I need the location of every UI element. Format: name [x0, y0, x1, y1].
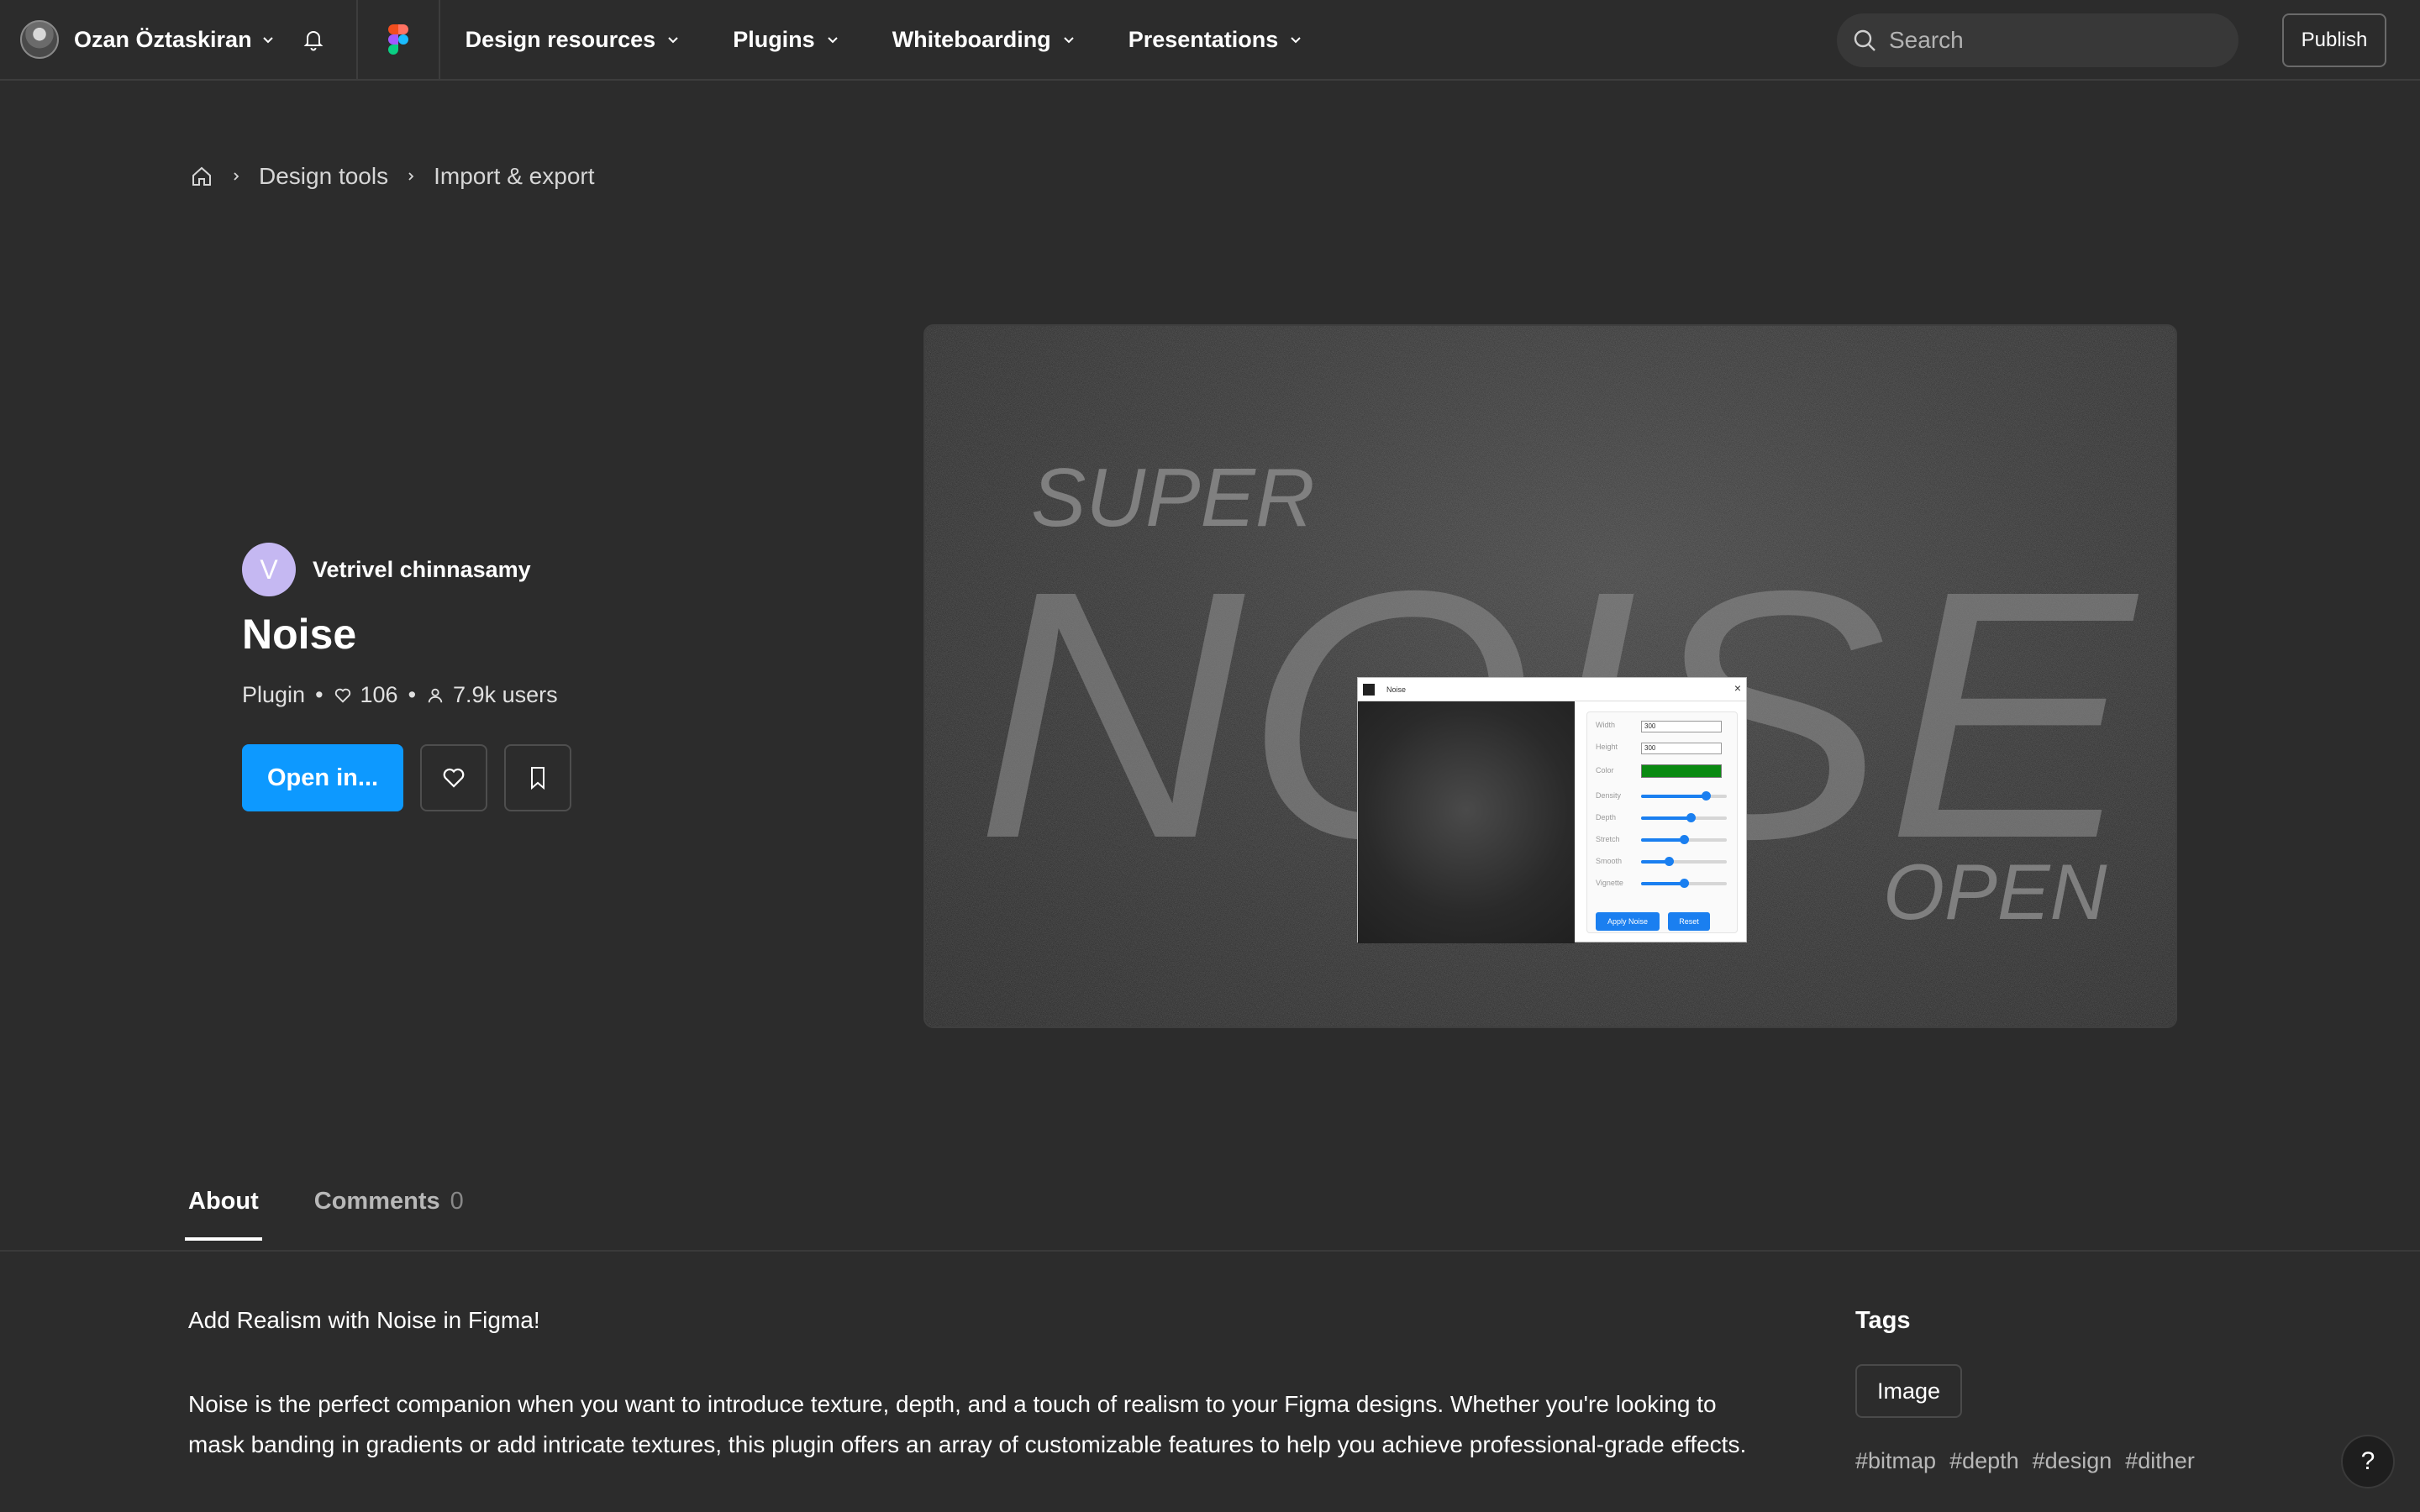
plugin-author[interactable]: V Vetrivel chinnasamy — [242, 543, 531, 596]
depth-slider — [1641, 813, 1727, 822]
vignette-slider — [1641, 879, 1727, 888]
tab-label: About — [188, 1188, 259, 1215]
plugin-actions: Open in... — [242, 744, 571, 811]
tag-chip-image[interactable]: Image — [1855, 1364, 1963, 1418]
likes-count: 106 — [360, 682, 398, 707]
search-field[interactable] — [1837, 13, 2238, 67]
breadcrumb-import-export[interactable]: Import & export — [434, 163, 594, 190]
separator-dot: • — [408, 682, 417, 707]
chevron-right-icon — [234, 172, 239, 181]
chevron-down-icon — [1063, 37, 1074, 44]
about-headline: Add Realism with Noise in Figma! — [188, 1307, 540, 1333]
nav-plugins[interactable]: Plugins — [733, 27, 840, 53]
top-navigation-bar: Ozan Öztaskiran Design resources Plugins… — [0, 0, 2420, 81]
hashtag[interactable]: #design — [2033, 1448, 2112, 1474]
comments-count: 0 — [450, 1188, 464, 1215]
plugin-ui-preview: Noise × Width 300 Height 300 Color Densi… — [1357, 677, 1747, 943]
cover-word-open: OPEN — [1883, 848, 2107, 936]
height-label: Height — [1596, 743, 1618, 751]
publish-button[interactable]: Publish — [2282, 13, 2386, 67]
search-icon — [1854, 29, 1876, 51]
chevron-right-icon — [408, 172, 414, 181]
open-in-button[interactable]: Open in... — [242, 744, 403, 811]
nav-presentations[interactable]: Presentations — [1128, 27, 1304, 53]
reset-button: Reset — [1668, 912, 1710, 931]
stretch-label: Stretch — [1596, 835, 1620, 843]
apply-noise-button: Apply Noise — [1596, 912, 1660, 931]
plugin-type: Plugin — [242, 682, 306, 707]
bell-icon[interactable] — [301, 27, 326, 52]
app-icon — [1363, 683, 1375, 696]
depth-label: Depth — [1596, 813, 1617, 822]
stretch-slider — [1641, 835, 1727, 844]
like-button[interactable] — [420, 744, 487, 811]
tab-label: Comments — [313, 1188, 440, 1215]
user-icon — [428, 688, 443, 702]
avatar — [20, 20, 59, 59]
preview-titlebar: Noise × — [1358, 678, 1746, 701]
bookmark-button[interactable] — [504, 744, 571, 811]
breadcrumb: Design tools Import & export — [190, 160, 595, 193]
vignette-label: Vignette — [1596, 879, 1623, 887]
hashtag[interactable]: #depth — [1949, 1448, 2019, 1474]
tabs-divider — [0, 1250, 2420, 1252]
noise-preview — [1358, 701, 1575, 943]
author-name[interactable]: Vetrivel chinnasamy — [313, 557, 531, 583]
nav-label: Presentations — [1128, 26, 1279, 52]
close-icon: × — [1733, 681, 1741, 695]
chevron-down-icon — [1291, 37, 1301, 44]
preview-title: Noise — [1386, 685, 1407, 694]
chevron-down-icon — [827, 37, 838, 44]
hashtag-list: #bitmap #depth #design #dither — [1855, 1448, 2208, 1474]
nav-label: Design resources — [465, 26, 656, 52]
content-tabs: About Comments 0 — [185, 1188, 519, 1241]
tags-heading: Tags — [1855, 1307, 1911, 1334]
figma-logo-icon[interactable] — [358, 0, 439, 80]
nav-label: Whiteboarding — [892, 26, 1051, 52]
bookmark-icon — [531, 767, 544, 790]
height-field: 300 — [1641, 743, 1722, 754]
color-swatch — [1641, 764, 1722, 778]
user-name: Ozan Öztaskiran — [74, 26, 252, 52]
user-menu[interactable]: Ozan Öztaskiran — [0, 0, 276, 80]
home-icon[interactable] — [190, 165, 213, 188]
nav-whiteboarding[interactable]: Whiteboarding — [892, 27, 1076, 53]
page-title: Noise — [242, 611, 357, 658]
about-description: Noise is the perfect companion when you … — [188, 1391, 1747, 1457]
smooth-label: Smooth — [1596, 857, 1623, 865]
density-slider — [1641, 791, 1727, 801]
smooth-slider — [1641, 857, 1727, 866]
author-avatar: V — [242, 543, 296, 596]
search-input[interactable] — [1889, 27, 2208, 54]
width-field: 300 — [1641, 721, 1722, 732]
breadcrumb-design-tools[interactable]: Design tools — [259, 163, 388, 190]
tab-comments[interactable]: Comments 0 — [314, 1188, 464, 1241]
heart-icon — [334, 688, 350, 703]
nav-design-resources[interactable]: Design resources — [466, 27, 681, 53]
help-button[interactable]: ? — [2341, 1435, 2395, 1488]
hashtag[interactable]: #dither — [2125, 1448, 2195, 1474]
tab-about[interactable]: About — [185, 1188, 262, 1241]
width-label: Width — [1596, 721, 1616, 729]
color-label: Color — [1596, 766, 1614, 774]
users-count: 7.9k users — [453, 682, 558, 707]
hashtag[interactable]: #bitmap — [1855, 1448, 1936, 1474]
separator-dot: • — [315, 682, 324, 707]
plugin-cover-image[interactable]: SUPER NOISE OPEN Noise × Width 300 Heigh… — [923, 324, 2177, 1028]
heart-icon — [443, 768, 465, 788]
chevron-down-icon — [668, 37, 678, 44]
settings-panel: Width 300 Height 300 Color Density Depth… — [1586, 711, 1738, 933]
nav-label: Plugins — [733, 26, 815, 52]
main-nav: Design resources Plugins Whiteboarding P… — [440, 0, 1356, 80]
plugin-meta: Plugin • 106 • 7.9k users — [242, 682, 558, 708]
chevron-down-icon — [262, 37, 273, 44]
density-label: Density — [1596, 791, 1622, 800]
